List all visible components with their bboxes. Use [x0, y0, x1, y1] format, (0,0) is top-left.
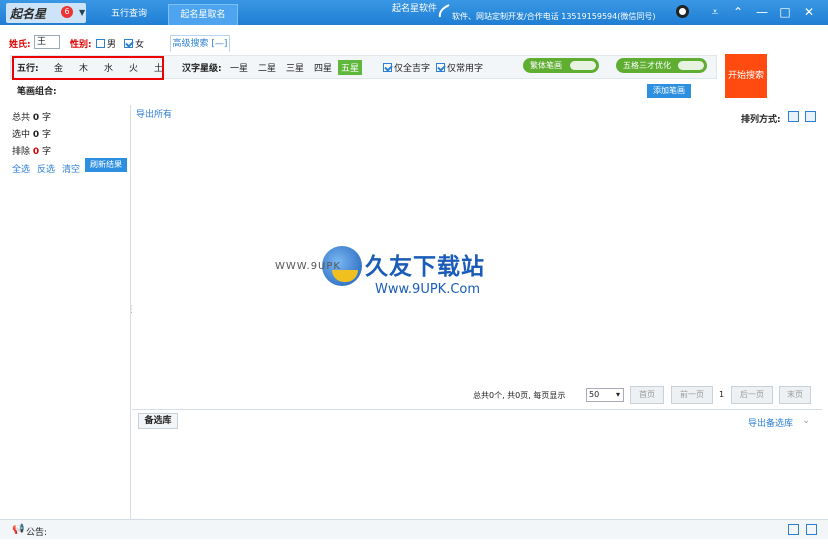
qq-icon[interactable] — [676, 5, 689, 18]
export-backup-link[interactable]: 导出备选库 — [748, 416, 793, 429]
sort-label: 排列方式: — [741, 115, 781, 125]
backup-panel — [132, 410, 822, 519]
next-page-button[interactable]: 后一页 — [731, 386, 773, 404]
star-option-1[interactable]: 一星 — [230, 61, 248, 74]
list-view-icon[interactable] — [805, 111, 816, 122]
surname-input[interactable]: 王 — [34, 35, 60, 49]
excluded-count: 排除 0 字 — [12, 147, 52, 157]
prev-page-button[interactable]: 前一页 — [671, 386, 713, 404]
watermark-title: 久友下载站 — [365, 254, 485, 280]
checkbox-checked-icon[interactable] — [436, 63, 445, 72]
tab-wuxing-query[interactable]: 五行查询 — [100, 4, 158, 25]
minimize-icon[interactable]: — — [753, 3, 771, 21]
star-option-4[interactable]: 四星 — [314, 61, 332, 74]
total-count: 总共 0 字 — [12, 113, 52, 123]
watermark-prefix: WWW.9UPK — [275, 261, 341, 272]
status-bar: 📢 公告: — [0, 519, 828, 539]
contact-text: 软件、网站定制开发/合作电话 13519159594(微信同号) — [452, 12, 656, 21]
toggle-knob — [570, 61, 596, 70]
tab-backup-library[interactable]: 备选库 — [138, 413, 178, 429]
close-icon[interactable]: ✕ — [800, 3, 818, 21]
clear-link[interactable]: 清空 — [62, 162, 80, 175]
panel-toggle-icon[interactable] — [806, 524, 817, 535]
notification-badge: 6 — [61, 6, 73, 18]
toggle-knob — [678, 61, 704, 70]
watermark: WWW.9UPK 久友下载站 Www.9UPK.Com — [275, 226, 527, 320]
gender-male-option[interactable]: 男 — [96, 37, 116, 50]
selected-count: 选中 0 字 — [12, 130, 52, 140]
select-all-link[interactable]: 全选 — [12, 162, 30, 175]
app-title: 起名星软件 — [392, 4, 438, 14]
megaphone-icon: 📢 — [12, 524, 25, 535]
last-page-button[interactable]: 末页 — [779, 386, 811, 404]
only-common-option[interactable]: 仅常用字 — [436, 61, 483, 74]
tab-naming[interactable]: 起名星取名 — [168, 4, 238, 25]
toggle-traditional-strokes[interactable]: 繁体笔画 — [523, 58, 599, 73]
tab-advanced-search[interactable]: 高级搜索 [—] — [170, 35, 230, 52]
stroke-combo-label: 笔画组合: — [17, 87, 57, 97]
maximize-icon[interactable]: □ — [776, 3, 794, 21]
wuxing-highlight-box — [12, 56, 164, 80]
chevron-down-icon[interactable]: ⌄ — [802, 415, 810, 426]
checkbox-checked-icon[interactable] — [383, 63, 392, 72]
app-logo-menu[interactable]: 起名星 6 ▼ — [6, 3, 86, 23]
star-option-5[interactable]: 五星 — [338, 60, 363, 75]
checkbox-icon[interactable] — [96, 39, 105, 48]
star-option-2[interactable]: 二星 — [258, 61, 276, 74]
invert-selection-link[interactable]: 反选 — [37, 162, 55, 175]
gender-label: 性别: — [70, 40, 92, 50]
chevron-down-icon: ▾ — [615, 390, 620, 399]
star-label: 汉字星级: — [182, 64, 222, 74]
bottom-edge — [0, 539, 828, 547]
surname-label: 姓氏: — [9, 40, 31, 50]
export-all-link[interactable]: 导出所有 — [136, 107, 172, 120]
start-search-button[interactable]: 开始搜索 — [725, 54, 767, 98]
star-option-3[interactable]: 三星 — [286, 61, 304, 74]
pager-summary: 总共0个, 共0页, 每页显示 — [473, 391, 566, 400]
gender-female-option[interactable]: 女 — [124, 37, 144, 50]
page-size-select[interactable]: 50 ▾ — [586, 388, 624, 402]
phone-icon — [438, 4, 450, 18]
watermark-url: Www.9UPK.Com — [375, 282, 481, 297]
refresh-results-button[interactable]: 刷新结果 — [85, 158, 127, 172]
chevron-down-icon[interactable]: ▼ — [79, 8, 85, 17]
first-page-button[interactable]: 首页 — [630, 386, 664, 404]
checkbox-checked-icon[interactable] — [124, 39, 133, 48]
title-bar: 起名星 6 ▼ 五行查询 起名星取名 起名星软件 软件、网站定制开发/合作电话 … — [0, 0, 828, 25]
menu-icon[interactable]: ⩡ — [706, 3, 724, 21]
notice-label: 公告: — [26, 528, 48, 538]
chevron-up-icon[interactable]: ⌃ — [729, 3, 747, 21]
toggle-sancai-optimize[interactable]: 五格三才优化 — [616, 58, 707, 73]
app-logo: 起名星 — [10, 7, 47, 21]
window-restore-icon[interactable] — [788, 524, 799, 535]
add-stroke-button[interactable]: 添加笔画 — [647, 84, 691, 98]
only-auspicious-option[interactable]: 仅全吉字 — [383, 61, 430, 74]
current-page: 1 — [719, 390, 725, 399]
grid-view-icon[interactable] — [788, 111, 799, 122]
